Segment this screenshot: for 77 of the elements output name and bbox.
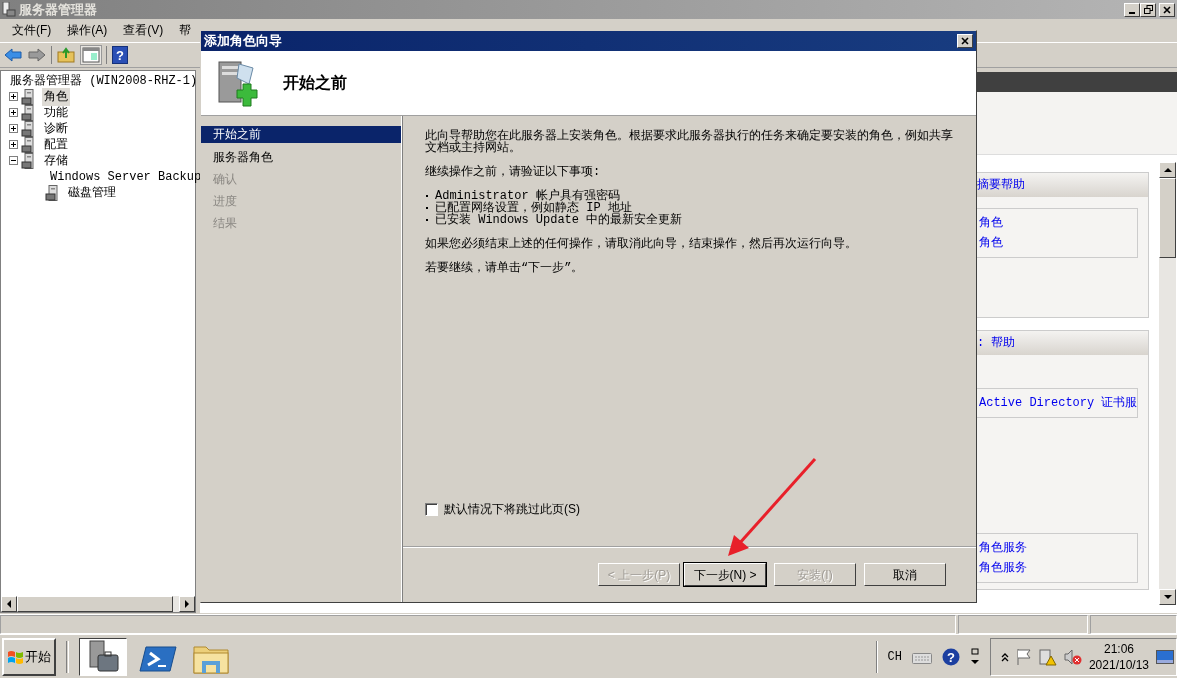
- scroll-left-button[interactable]: [1, 596, 17, 613]
- tree-item[interactable]: 磁盘管理: [66, 183, 118, 202]
- tree-item[interactable]: 配置: [42, 135, 70, 154]
- input-language-indicator[interactable]: CH: [887, 647, 902, 666]
- close-icon: [1163, 5, 1171, 14]
- clock-time: 21:06: [1102, 640, 1135, 657]
- taskbar-app-button[interactable]: [79, 637, 127, 676]
- forward-button[interactable]: [27, 45, 47, 64]
- scroll-thumb[interactable]: [17, 596, 173, 613]
- scroll-up-button[interactable]: [1159, 161, 1177, 178]
- page-heading: 开始之前: [283, 73, 347, 93]
- volume-muted-icon[interactable]: [1063, 647, 1082, 666]
- horizontal-scrollbar[interactable]: [1, 596, 195, 613]
- dialog-title: 添加角色向导: [204, 32, 282, 51]
- show-desktop-icon[interactable]: [1156, 649, 1174, 664]
- wizard-step[interactable]: 开始之前: [201, 126, 401, 143]
- paragraph: 此向导帮助您在此服务器上安装角色。根据要求此服务器执行的任务来确定要安装的角色，例如共享文档或主持网站。: [425, 130, 954, 154]
- clock[interactable]: 21:06 2021/10/13: [1088, 640, 1149, 673]
- restore-button[interactable]: [1140, 2, 1156, 17]
- chevron-up-icon[interactable]: [1000, 651, 1009, 662]
- right-arrow-icon: [184, 600, 190, 609]
- menu-item[interactable]: 帮: [171, 21, 200, 40]
- task-link[interactable]: 角色: [979, 232, 1138, 253]
- tree-item[interactable]: 角色: [42, 87, 70, 106]
- list-item: 已配置网络设置，例如静态 IP 地址: [435, 202, 632, 214]
- scroll-right-button[interactable]: [179, 596, 195, 613]
- tree-item[interactable]: 诊断: [42, 119, 70, 138]
- back-button[interactable]: [3, 45, 23, 64]
- tree-item[interactable]: 存储: [42, 151, 70, 170]
- close-button[interactable]: [957, 34, 973, 48]
- task-link[interactable]: 角色服务: [979, 557, 1138, 578]
- tree-item[interactable]: 功能: [42, 103, 70, 122]
- wizard-step[interactable]: 服务器角色: [201, 146, 401, 168]
- paragraph: 继续操作之前，请验证以下事项:: [425, 166, 602, 178]
- tree-item[interactable]: Windows Server Backup: [48, 167, 204, 186]
- server-icon: [2, 2, 16, 17]
- expand-toggle[interactable]: [9, 92, 18, 102]
- expand-toggle[interactable]: [9, 108, 18, 118]
- task-link[interactable]: 角色服务: [979, 537, 1138, 558]
- paragraph: 如果您必须结束上述的任何操作，请取消此向导，结束操作，然后再次运行向导。: [425, 238, 858, 250]
- down-arrow-icon: [1163, 594, 1172, 601]
- minimize-icon: [1129, 11, 1135, 14]
- options-icon[interactable]: [969, 647, 980, 666]
- menu-item[interactable]: 查看(V): [115, 21, 172, 40]
- help-icon[interactable]: ?: [941, 647, 960, 666]
- list-item: Administrator 帐户具有强密码: [435, 190, 620, 202]
- close-icon: [961, 37, 969, 45]
- scroll-down-button[interactable]: [1159, 589, 1177, 606]
- help-button[interactable]: ?: [111, 44, 129, 65]
- checkbox-label: 默认情况下将跳过此页(S): [444, 501, 580, 518]
- scroll-thumb[interactable]: [1159, 177, 1177, 258]
- task-link[interactable]: 角色: [979, 212, 1138, 233]
- minimize-button[interactable]: [1124, 2, 1140, 17]
- expand-toggle[interactable]: [9, 140, 18, 150]
- expand-toggle[interactable]: [9, 124, 18, 134]
- flag-icon[interactable]: [1015, 647, 1032, 666]
- collapse-toggle[interactable]: [9, 156, 18, 166]
- windows-logo-icon: [7, 648, 24, 665]
- wizard-button[interactable]: 取消: [864, 563, 946, 586]
- checkbox[interactable]: [425, 502, 438, 516]
- up-arrow-icon: [1163, 166, 1172, 173]
- wizard-button[interactable]: 下一步(N) >: [684, 563, 766, 586]
- menu-item[interactable]: 文件(F): [4, 21, 60, 40]
- left-arrow-icon: [6, 600, 12, 609]
- show-hide-pane-button[interactable]: [80, 44, 102, 65]
- clock-date: 2021/10/13: [1088, 656, 1149, 673]
- task-link[interactable]: Active Directory 证书服: [979, 392, 1138, 413]
- network-warning-icon[interactable]: [1038, 647, 1057, 666]
- tree-item[interactable]: 服务器管理器 (WIN2008-RHZ-1): [8, 71, 200, 90]
- menu-item[interactable]: 操作(A): [59, 21, 116, 40]
- close-button[interactable]: [1159, 2, 1175, 17]
- window-title: 服务器管理器: [19, 0, 97, 19]
- start-button[interactable]: 开始: [2, 637, 56, 676]
- list-item: 已安装 Windows Update 中的最新安全更新: [435, 214, 683, 226]
- vertical-scrollbar[interactable]: [1159, 161, 1177, 606]
- restore-icon: [1143, 5, 1153, 14]
- paragraph: 若要继续，请单击“下一步”。: [425, 262, 585, 274]
